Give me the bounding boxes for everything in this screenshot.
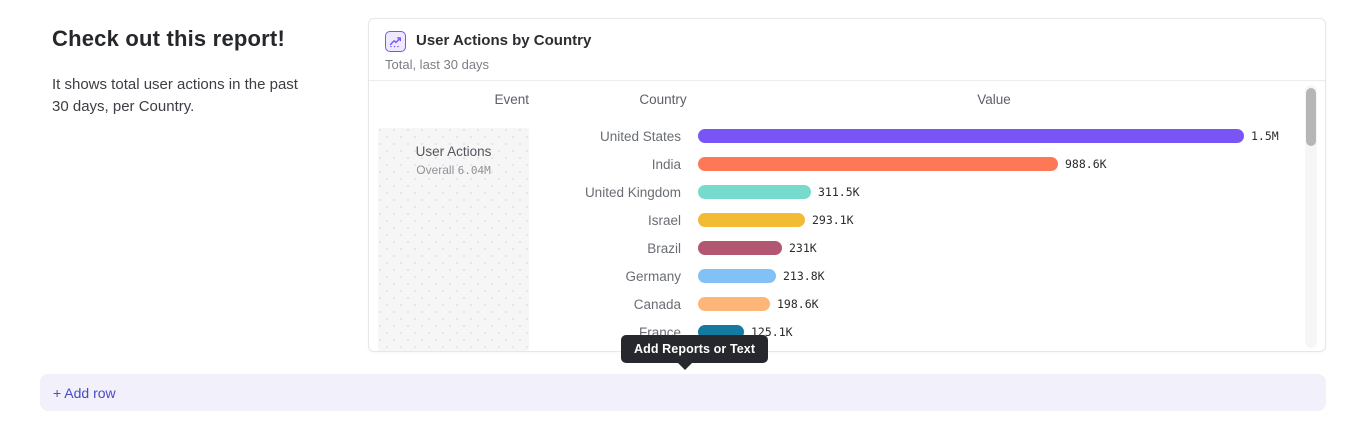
add-reports-tooltip: Add Reports or Text: [621, 335, 768, 363]
report-card-header: User Actions by Country Total, last 30 d…: [369, 19, 1325, 81]
country-label: United States: [369, 129, 681, 144]
intro-section: Check out this report! It shows total us…: [52, 26, 302, 118]
tooltip-label: Add Reports or Text: [634, 342, 755, 356]
add-row-label: + Add row: [53, 385, 116, 401]
table-row[interactable]: France 125.1K: [369, 318, 1305, 346]
bar-wrap: 293.1K: [698, 213, 854, 227]
value-bar[interactable]: [698, 213, 805, 227]
column-header-country: Country: [601, 92, 725, 107]
report-title[interactable]: User Actions by Country: [416, 32, 591, 49]
table-row[interactable]: Israel 293.1K: [369, 206, 1305, 234]
country-label: India: [369, 157, 681, 172]
table-row[interactable]: India 988.6K: [369, 150, 1305, 178]
value-bar[interactable]: [698, 157, 1058, 171]
value-label: 213.8K: [783, 269, 825, 283]
table-row[interactable]: Brazil 231K: [369, 234, 1305, 262]
add-row-button[interactable]: + Add row: [40, 374, 1326, 411]
scrollbar-thumb[interactable]: [1306, 88, 1316, 146]
table-row[interactable]: United Kingdom 311.5K: [369, 178, 1305, 206]
country-label: United Kingdom: [369, 185, 681, 200]
report-table: Event Country Value User Actions Overall…: [369, 82, 1325, 351]
bar-wrap: 213.8K: [698, 269, 825, 283]
country-label: Canada: [369, 297, 681, 312]
table-row[interactable]: United States 1.5M: [369, 122, 1305, 150]
report-subtitle: Total, last 30 days: [385, 57, 489, 72]
bar-rows: United States 1.5M India 988.6K United K…: [369, 122, 1305, 346]
country-label: Israel: [369, 213, 681, 228]
bar-wrap: 198.6K: [698, 297, 819, 311]
column-header-event: Event: [369, 92, 529, 107]
value-bar[interactable]: [698, 269, 776, 283]
line-chart-icon: [385, 31, 406, 52]
table-row[interactable]: Germany 213.8K: [369, 262, 1305, 290]
report-card[interactable]: User Actions by Country Total, last 30 d…: [368, 18, 1326, 352]
vertical-scrollbar[interactable]: [1305, 85, 1317, 348]
page-title: Check out this report!: [52, 26, 302, 52]
value-bar[interactable]: [698, 129, 1244, 143]
value-bar[interactable]: [698, 297, 770, 311]
value-label: 1.5M: [1251, 129, 1279, 143]
bar-wrap: 311.5K: [698, 185, 860, 199]
value-label: 311.5K: [818, 185, 860, 199]
bar-wrap: 1.5M: [698, 129, 1279, 143]
bar-wrap: 231K: [698, 241, 817, 255]
page-description: It shows total user actions in the past …: [52, 74, 302, 118]
value-bar[interactable]: [698, 185, 811, 199]
value-bar[interactable]: [698, 241, 782, 255]
bar-wrap: 988.6K: [698, 157, 1107, 171]
tooltip-caret-icon: [677, 362, 693, 370]
value-label: 231K: [789, 241, 817, 255]
table-row[interactable]: Canada 198.6K: [369, 290, 1305, 318]
value-label: 198.6K: [777, 297, 819, 311]
value-label: 293.1K: [812, 213, 854, 227]
country-label: Germany: [369, 269, 681, 284]
column-header-value: Value: [934, 92, 1054, 107]
value-label: 988.6K: [1065, 157, 1107, 171]
country-label: Brazil: [369, 241, 681, 256]
